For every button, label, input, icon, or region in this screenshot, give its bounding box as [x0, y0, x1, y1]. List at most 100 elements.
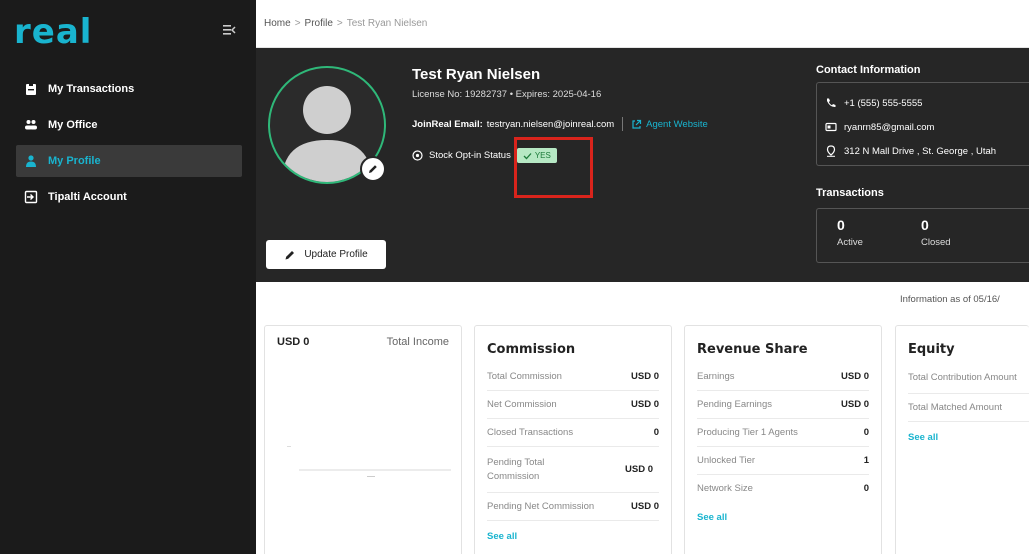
active-label: Active — [837, 237, 863, 248]
login-box-icon — [24, 190, 38, 204]
commission-row-net: Net Commission USD 0 — [487, 391, 659, 419]
license-info: License No: 19282737 • Expires: 2025-04-… — [412, 89, 602, 100]
breadcrumb-home[interactable]: Home — [264, 18, 291, 29]
joinreal-email-row: JoinReal Email: testryan.nielsen@joinrea… — [412, 117, 708, 131]
row-value: 0 — [863, 427, 869, 438]
row-value: USD 0 — [625, 463, 653, 475]
stock-opt-in-label: Stock Opt-in Status — [429, 150, 511, 161]
total-income-value: USD 0 — [277, 336, 310, 348]
information-as-of: Information as of 05/16/ — [900, 294, 1000, 305]
row-value: USD 0 — [631, 371, 659, 382]
equity-row-total-matched: Total Matched Amount — [908, 394, 1029, 422]
row-value: 0 — [653, 427, 659, 438]
commission-card: Commission Total Commission USD 0 Net Co… — [474, 325, 672, 554]
equity-see-all-link[interactable]: See all — [908, 432, 1017, 443]
row-label: Closed Transactions — [487, 427, 574, 438]
contact-phone-row: +1 (555) 555-5555 — [825, 91, 1029, 115]
equity-title: Equity — [908, 342, 955, 357]
sidebar-item-label: My Profile — [48, 155, 101, 167]
breadcrumb-profile[interactable]: Profile — [305, 18, 333, 29]
app: real My Transactions My Office My Profil… — [0, 0, 1029, 554]
row-label: Unlocked Tier — [697, 455, 756, 466]
commission-title: Commission — [487, 342, 576, 357]
contact-address-row: 312 N Mall Drive , St. George , Utah — [825, 139, 1029, 163]
revenue-row-earnings: Earnings USD 0 — [697, 363, 869, 391]
real-logo[interactable]: real — [14, 12, 92, 52]
update-profile-label: Update Profile — [304, 249, 368, 260]
sidebar-item-my-transactions[interactable]: My Transactions — [16, 73, 242, 105]
update-profile-button[interactable]: Update Profile — [266, 240, 386, 269]
contact-address: 312 N Mall Drive , St. George , Utah — [844, 145, 997, 157]
sidebar-item-my-profile[interactable]: My Profile — [16, 145, 242, 177]
total-income-label: Total Income — [386, 336, 449, 348]
revenue-share-card: Revenue Share Earnings USD 0 Pending Ear… — [684, 325, 882, 554]
row-label: Pending Total Commission — [487, 456, 545, 482]
joinreal-email: testryan.nielsen@joinreal.com — [486, 118, 615, 130]
row-value: USD 0 — [841, 399, 869, 410]
profile-header: Test Ryan Nielsen License No: 19282737 •… — [256, 48, 1029, 282]
commission-row-pending-net: Pending Net Commission USD 0 — [487, 493, 659, 521]
divider — [622, 117, 624, 131]
row-value: 1 — [863, 455, 869, 466]
pencil-icon — [285, 250, 295, 259]
location-pin-icon — [826, 145, 836, 157]
breadcrumb: Home > Profile > Test Ryan Nielsen — [264, 18, 428, 29]
agent-website-label: Agent Website — [646, 118, 708, 130]
email-label: JoinReal Email: — [412, 118, 483, 130]
revenue-row-unlocked-tier: Unlocked Tier 1 — [697, 447, 869, 475]
contact-phone: +1 (555) 555-5555 — [844, 97, 923, 109]
collapse-sidebar-icon[interactable] — [222, 23, 236, 37]
commission-row-pending-total: Pending Total Commission USD 0 — [487, 447, 659, 493]
edit-avatar-button[interactable] — [360, 156, 386, 182]
sidebar-item-label: Tipalti Account — [48, 191, 127, 203]
clipboard-icon — [26, 83, 36, 95]
annotation-highlight-box — [514, 137, 593, 198]
commission-see-all-link[interactable]: See all — [487, 531, 659, 542]
commission-row-closed-transactions: Closed Transactions 0 — [487, 419, 659, 447]
row-value: USD 0 — [631, 399, 659, 410]
row-label: Pending Earnings — [697, 399, 772, 410]
transactions-box: 0 Active 0 Closed — [816, 208, 1029, 263]
topbar: Home > Profile > Test Ryan Nielsen — [256, 0, 1029, 48]
row-label: Total Commission — [487, 371, 562, 382]
contact-email: ryanrn85@gmail.com — [844, 121, 935, 133]
sidebar: real My Transactions My Office My Profil… — [0, 0, 256, 554]
transactions-title: Transactions — [816, 187, 884, 199]
closed-label: Closed — [921, 237, 951, 248]
row-label: Total Matched Amount — [908, 402, 1002, 413]
stock-icon — [412, 150, 423, 161]
pencil-icon — [369, 165, 377, 173]
row-label: Network Size — [697, 483, 753, 494]
sidebar-item-my-office[interactable]: My Office — [16, 109, 242, 141]
row-label: Pending Net Commission — [487, 501, 595, 512]
closed-transactions[interactable]: 0 Closed — [921, 217, 951, 248]
revenue-row-producing-tier1: Producing Tier 1 Agents 0 — [697, 419, 869, 447]
contact-email-row: ryanrn85@gmail.com — [825, 115, 1029, 139]
row-value: USD 0 — [841, 371, 869, 382]
external-link-icon — [632, 119, 642, 129]
total-income-card: USD 0 Total Income — [264, 325, 462, 554]
commission-row-total: Total Commission USD 0 — [487, 363, 659, 391]
revenue-row-network-size: Network Size 0 — [697, 475, 869, 502]
sidebar-item-label: My Office — [48, 119, 98, 131]
sidebar-item-label: My Transactions — [48, 83, 135, 95]
closed-count: 0 — [921, 217, 929, 233]
row-value: USD 0 — [631, 501, 659, 512]
row-value: 0 — [863, 483, 869, 494]
agent-website-link[interactable]: Agent Website — [631, 119, 708, 130]
equity-card: Equity Total Contribution Amount Total M… — [895, 325, 1029, 554]
phone-icon — [827, 98, 836, 108]
person-icon — [26, 155, 36, 167]
sidebar-item-tipalti-account[interactable]: Tipalti Account — [16, 181, 242, 213]
revenue-share-title: Revenue Share — [697, 342, 808, 357]
row-label: Earnings — [697, 371, 735, 382]
revenue-see-all-link[interactable]: See all — [697, 512, 869, 523]
row-label: Net Commission — [487, 399, 557, 410]
income-chart — [287, 446, 451, 477]
contact-title: Contact Information — [816, 64, 921, 76]
revenue-row-pending-earnings: Pending Earnings USD 0 — [697, 391, 869, 419]
active-transactions[interactable]: 0 Active — [837, 217, 863, 248]
row-label: Producing Tier 1 Agents — [697, 427, 798, 438]
equity-row-total-contribution: Total Contribution Amount — [908, 363, 1029, 394]
breadcrumb-current: Test Ryan Nielsen — [346, 18, 428, 29]
